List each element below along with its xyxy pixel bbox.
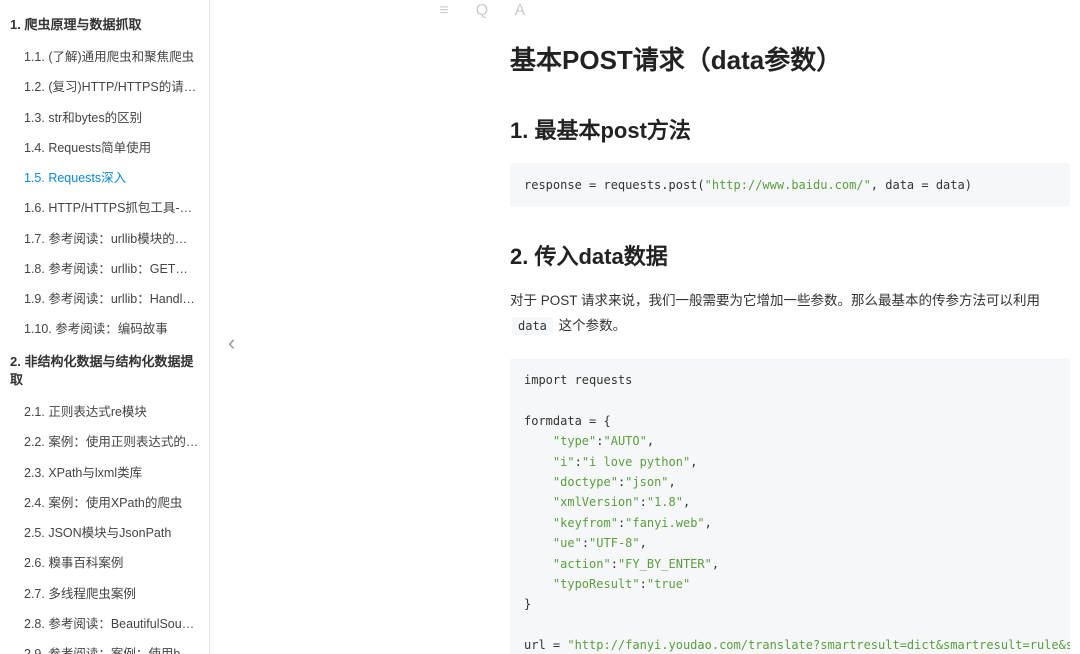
sidebar-item[interactable]: 1.3. str和bytes的区别: [0, 103, 209, 133]
sidebar-item[interactable]: 1.1. (了解)通用爬虫和聚焦爬虫: [0, 42, 209, 72]
menu-icon[interactable]: ≡: [435, 2, 453, 20]
page-title: 基本POST请求（data参数）: [510, 40, 1070, 77]
paragraph: 对于 POST 请求来说，我们一般需要为它增加一些参数。那么最基本的传参方法可以…: [510, 289, 1070, 338]
toolbar: ≡ Q A: [435, 2, 529, 20]
sidebar-item[interactable]: 1.10. 参考阅读：编码故事: [0, 314, 209, 344]
section-1-heading: 1. 最基本post方法: [510, 113, 1070, 145]
sidebar-item[interactable]: 2.7. 多线程爬虫案例: [0, 579, 209, 609]
sidebar-item[interactable]: 1.8. 参考阅读：urllib：GET请求…: [0, 254, 209, 284]
sidebar-item[interactable]: 2.4. 案例：使用XPath的爬虫: [0, 488, 209, 518]
code-block-2: import requests formdata = { "type":"AUT…: [510, 358, 1070, 654]
sidebar-item[interactable]: 1.6. HTTP/HTTPS抓包工具-Fiddler: [0, 193, 209, 223]
inline-code: data: [512, 317, 553, 335]
section-2-heading: 2. 传入data数据: [510, 239, 1070, 271]
sidebar-item[interactable]: 2.8. 参考阅读：BeautifulSoup4 …: [0, 609, 209, 639]
main-content: ≡ Q A ‹ 基本POST请求（data参数） 1. 最基本post方法 re…: [210, 0, 1080, 654]
code-block-1: response = requests.post("http://www.bai…: [510, 163, 1070, 207]
search-icon[interactable]: Q: [473, 2, 491, 20]
sidebar-nav: 1. 爬虫原理与数据抓取 1.1. (了解)通用爬虫和聚焦爬虫 1.2. (复习…: [0, 0, 210, 654]
sidebar-item[interactable]: 1.9. 参考阅读：urllib：Handler处…: [0, 284, 209, 314]
prev-page-arrow[interactable]: ‹: [228, 330, 235, 356]
sidebar-item[interactable]: 2.1. 正则表达式re模块: [0, 397, 209, 427]
sidebar-item[interactable]: 1.2. (复习)HTTP/HTTPS的请求与…: [0, 72, 209, 102]
chapter-2[interactable]: 2. 非结构化数据与结构化数据提取: [0, 345, 209, 397]
sidebar-item[interactable]: 2.5. JSON模块与JsonPath: [0, 518, 209, 548]
chapter-1[interactable]: 1. 爬虫原理与数据抓取: [0, 8, 209, 42]
sidebar-item[interactable]: 1.4. Requests简单使用: [0, 133, 209, 163]
sidebar-item[interactable]: 2.6. 糗事百科案例: [0, 548, 209, 578]
font-icon[interactable]: A: [511, 2, 529, 20]
sidebar-item[interactable]: 2.9. 参考阅读：案例：使用bs4的…: [0, 639, 209, 654]
sidebar-item[interactable]: 2.2. 案例：使用正则表达式的爬虫: [0, 427, 209, 457]
sidebar-item[interactable]: 2.3. XPath与lxml类库: [0, 458, 209, 488]
sidebar-item[interactable]: 1.7. 参考阅读：urllib模块的基本…: [0, 224, 209, 254]
sidebar-item-active[interactable]: 1.5. Requests深入: [0, 163, 209, 193]
